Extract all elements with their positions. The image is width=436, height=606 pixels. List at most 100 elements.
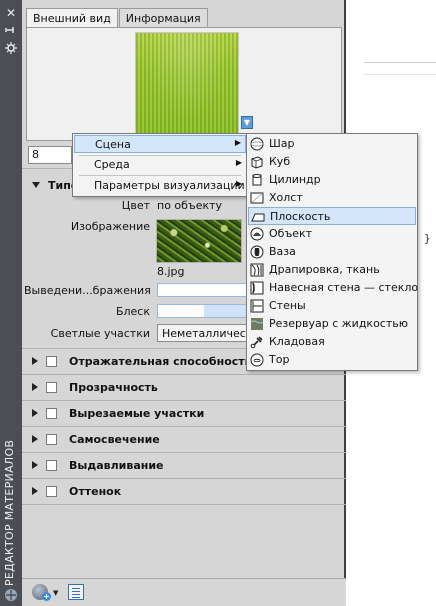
scene-item-label: Драпировка, ткань [269, 263, 380, 276]
palette-title: РЕДАКТОР МАТЕРИАЛОВ [3, 439, 16, 586]
section-title: Вырезаемые участки [69, 406, 205, 420]
scene-item-label: Кладовая [269, 335, 325, 348]
background-line [364, 62, 436, 63]
scene-item-label: Холст [269, 191, 303, 204]
scene-item-label: Стены [269, 299, 306, 312]
scene-item-vase[interactable]: Ваза [248, 243, 416, 261]
scene-item-object[interactable]: Объект [248, 225, 416, 243]
section-enable-checkbox[interactable] [46, 407, 57, 419]
submenu-arrow-icon: ▶ [235, 158, 242, 167]
expand-triangle-icon[interactable] [32, 435, 38, 443]
tab-strip: Внешний вид Информация [26, 8, 209, 28]
divider [22, 374, 346, 375]
scene-item-liquid-pool[interactable]: Резервуар с жидкостью [248, 315, 416, 333]
tab-appearance[interactable]: Внешний вид [26, 8, 118, 28]
material-browser-icon[interactable] [68, 584, 84, 600]
section-title: Отражательная способность [69, 354, 252, 368]
section-title: Самосвечение [69, 432, 160, 446]
color-value[interactable]: по объекту [157, 199, 222, 212]
material-preview-swatch[interactable] [135, 32, 239, 134]
bottom-toolbar: + ▼ [22, 578, 346, 606]
expand-triangle-icon[interactable] [32, 357, 38, 365]
section-bump[interactable]: Выдавливание [22, 456, 346, 474]
utility-icon [250, 335, 264, 349]
section-title: Оттенок [69, 484, 122, 498]
scene-item-label: Цилиндр [269, 173, 321, 186]
scene-item-canvas[interactable]: Холст [248, 189, 416, 207]
scene-item-torus[interactable]: Тор [248, 351, 416, 369]
scene-item-plane[interactable]: Плоскость [248, 207, 416, 225]
scene-item-label: Шар [269, 137, 295, 150]
properties-icon[interactable] [4, 42, 18, 56]
section-enable-checkbox[interactable] [46, 485, 57, 497]
object-icon [250, 227, 264, 241]
background-line [364, 74, 436, 75]
scene-item-sphere[interactable]: Шар [248, 135, 416, 153]
section-title: Прозрачность [69, 380, 158, 394]
section-title: Выдавливание [69, 458, 164, 472]
divider [22, 400, 346, 401]
divider [22, 478, 346, 479]
divider [22, 452, 346, 453]
submenu-arrow-icon: ▶ [234, 138, 241, 147]
cube-icon [250, 155, 264, 169]
menu-item-environment[interactable]: Среда ▶ [74, 156, 246, 174]
scene-item-drapery[interactable]: Драпировка, ткань [248, 261, 416, 279]
palette-titlebar[interactable]: ✕ РЕДАКТОР МАТЕРИАЛОВ [0, 0, 22, 606]
walls-icon [250, 299, 264, 313]
menu-item-label: Сцена [95, 138, 131, 151]
section-enable-checkbox[interactable] [46, 381, 57, 393]
scene-item-label: Ваза [269, 245, 296, 258]
canvas-icon [250, 191, 264, 205]
section-cutouts[interactable]: Вырезаемые участки [22, 404, 346, 422]
scene-item-cube[interactable]: Куб [248, 153, 416, 171]
image-filename: 8.jpg [157, 265, 185, 278]
background-text: } [424, 232, 431, 245]
menu-item-label: Параметры визуализации [94, 179, 245, 192]
liquid-pool-icon [250, 317, 264, 331]
material-name-field[interactable]: 8 [28, 146, 72, 164]
scene-item-cylinder[interactable]: Цилиндр [248, 171, 416, 189]
sphere-icon [250, 137, 264, 151]
scene-item-label: Плоскость [270, 210, 331, 223]
image-label: Изображение [70, 220, 150, 233]
divider [22, 426, 346, 427]
expand-triangle-icon[interactable] [32, 383, 38, 391]
expand-triangle-icon[interactable] [32, 409, 38, 417]
add-icon[interactable]: + [42, 592, 51, 601]
section-tint[interactable]: Оттенок [22, 482, 346, 500]
torus-icon [250, 353, 264, 367]
close-icon[interactable]: ✕ [4, 6, 18, 20]
menu-item-scene[interactable]: Сцена ▶ [74, 135, 246, 153]
texture-thumbnail[interactable] [156, 219, 242, 263]
glossiness-label: Блеск [115, 305, 150, 318]
expand-triangle-icon[interactable] [32, 461, 38, 469]
preview-options-dropdown-icon[interactable]: ▼ [241, 116, 253, 129]
tab-information[interactable]: Информация [118, 8, 208, 28]
expand-triangle-icon[interactable] [32, 487, 38, 495]
section-transparency[interactable]: Прозрачность [22, 378, 346, 396]
image-fade-label: Выведени...бражения [24, 284, 151, 297]
scene-item-curtain-wall[interactable]: Навесная стена — стекло [248, 279, 419, 297]
scene-item-label: Навесная стена — стекло [269, 281, 419, 294]
scene-item-walls[interactable]: Стены [248, 297, 416, 315]
highlights-label: Светлые участки [50, 327, 150, 340]
pin-icon[interactable] [4, 24, 18, 38]
color-label: Цвет [121, 199, 150, 212]
expand-triangle-icon[interactable] [32, 182, 40, 188]
section-enable-checkbox[interactable] [46, 459, 57, 471]
scene-submenu: Шар Куб Цилиндр Холст Плоскость Объект В… [246, 133, 418, 371]
menu-item-label: Среда [94, 158, 130, 171]
scene-item-label: Тор [269, 353, 290, 366]
app-logo-icon [3, 588, 19, 602]
scene-item-utility[interactable]: Кладовая [248, 333, 416, 351]
menu-item-render-settings[interactable]: Параметры визуализации ▶ [74, 177, 246, 195]
vase-icon [250, 245, 264, 259]
section-enable-checkbox[interactable] [46, 433, 57, 445]
scene-item-label: Объект [269, 227, 313, 240]
curtain-wall-icon [250, 281, 264, 295]
chevron-down-icon[interactable]: ▼ [53, 589, 58, 597]
section-enable-checkbox[interactable] [46, 355, 57, 367]
appearance-tab-content: ▼ [26, 27, 342, 141]
section-self-illumination[interactable]: Самосвечение [22, 430, 346, 448]
